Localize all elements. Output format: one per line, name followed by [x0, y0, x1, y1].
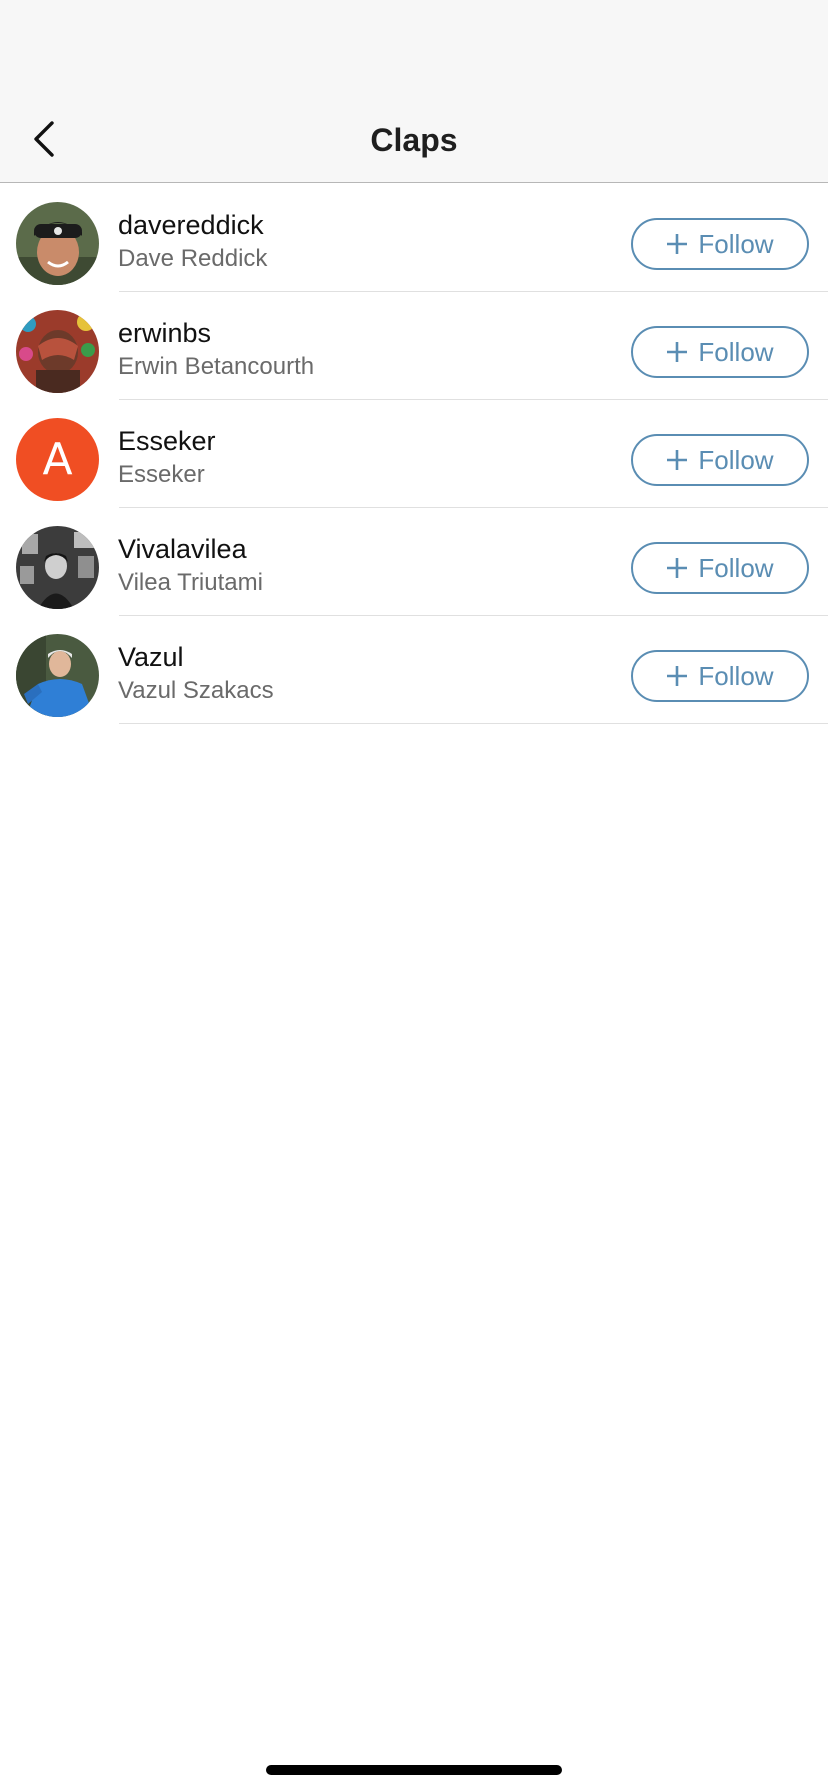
- user-list: davereddick Dave Reddick Follow erwinbs …: [0, 184, 828, 724]
- avatar[interactable]: [16, 202, 99, 285]
- follow-label: Follow: [698, 445, 774, 475]
- navigation-bar: Claps: [0, 0, 828, 183]
- home-indicator[interactable]: [266, 1765, 562, 1775]
- avatar[interactable]: [16, 526, 99, 609]
- list-item[interactable]: A Esseker Esseker Follow: [0, 400, 828, 508]
- follow-label: Follow: [698, 229, 774, 259]
- full-name: Erwin Betancourth: [118, 353, 315, 380]
- full-name: Dave Reddick: [118, 245, 268, 272]
- follow-label: Follow: [698, 337, 774, 367]
- avatar[interactable]: [16, 634, 99, 717]
- follow-button[interactable]: Follow: [631, 650, 809, 702]
- plus-icon: [667, 558, 688, 578]
- follow-button[interactable]: Follow: [631, 434, 809, 486]
- username[interactable]: Vazul: [118, 640, 184, 674]
- plus-icon: [667, 666, 688, 686]
- list-item[interactable]: erwinbs Erwin Betancourth Follow: [0, 292, 828, 400]
- username[interactable]: Esseker: [118, 424, 216, 458]
- follow-label: Follow: [698, 553, 774, 583]
- list-item[interactable]: Vivalavilea Vilea Triutami Follow: [0, 508, 828, 616]
- username[interactable]: davereddick: [118, 208, 264, 242]
- divider: [119, 723, 828, 724]
- plus-icon: [667, 450, 688, 470]
- page-title: Claps: [370, 122, 458, 158]
- username[interactable]: Vivalavilea: [118, 532, 247, 566]
- plus-icon: [667, 342, 688, 362]
- avatar-letter: A: [16, 418, 99, 501]
- username[interactable]: erwinbs: [118, 316, 211, 350]
- full-name: Esseker: [118, 461, 205, 488]
- follow-button[interactable]: Follow: [631, 218, 809, 270]
- full-name: Vazul Szakacs: [118, 677, 274, 704]
- follow-button[interactable]: Follow: [631, 542, 809, 594]
- avatar[interactable]: A: [16, 418, 99, 501]
- full-name: Vilea Triutami: [118, 569, 263, 596]
- list-item[interactable]: Vazul Vazul Szakacs Follow: [0, 616, 828, 724]
- follow-label: Follow: [698, 661, 774, 691]
- follow-button[interactable]: Follow: [631, 326, 809, 378]
- avatar[interactable]: [16, 310, 99, 393]
- plus-icon: [667, 234, 688, 254]
- list-item[interactable]: davereddick Dave Reddick Follow: [0, 184, 828, 292]
